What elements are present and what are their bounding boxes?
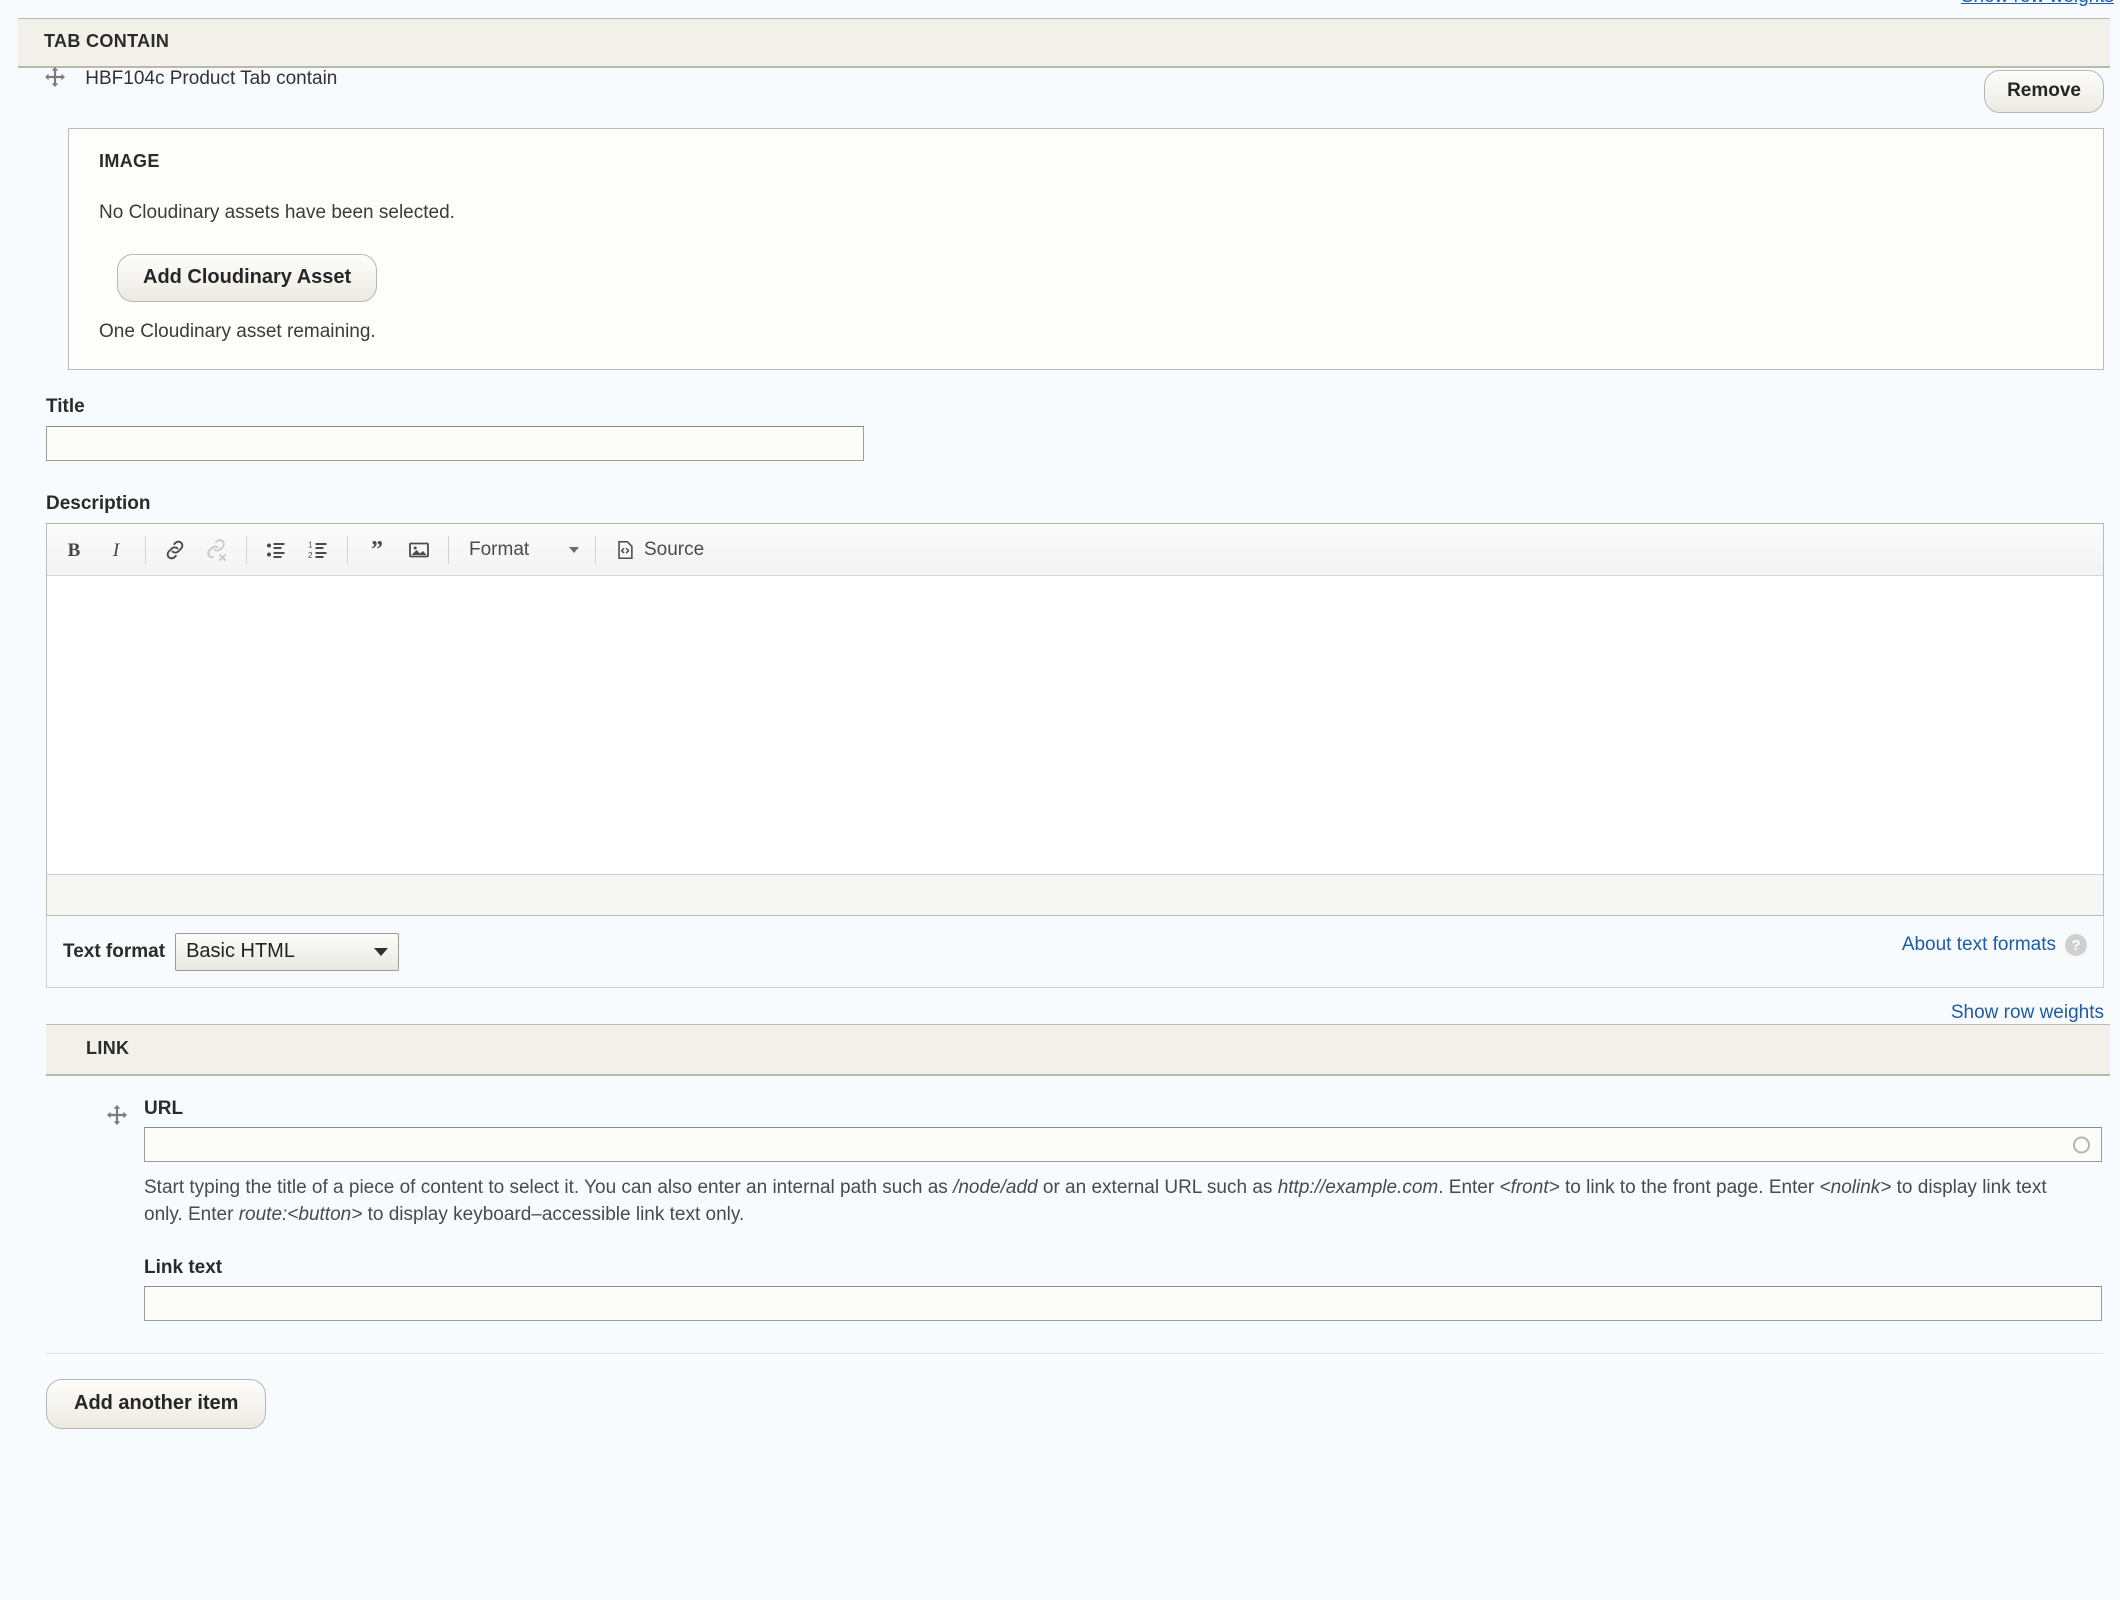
numbered-list-icon[interactable]: 1 2 — [298, 531, 338, 569]
svg-text:1: 1 — [308, 540, 313, 549]
tab-contain-label: TAB CONTAIN — [44, 31, 170, 51]
tab-contain-field: TAB CONTAIN HBF104c Product Tab contain … — [18, 18, 2110, 1429]
description-field-block: Description B I 1 2 ” Format Source Text… — [46, 493, 2110, 988]
source-button[interactable]: Source — [604, 531, 714, 569]
cloudinary-remaining-note: One Cloudinary asset remaining. — [99, 321, 376, 342]
toolbar-separator — [448, 535, 449, 564]
question-mark-icon[interactable]: ? — [2065, 934, 2087, 956]
autocomplete-throbber-icon — [2073, 1136, 2090, 1153]
description-label: Description — [46, 493, 151, 514]
title-field-block: Title — [46, 396, 2110, 461]
chevron-down-icon — [569, 546, 579, 553]
link-fields: URL Start typing the title of a piece of… — [144, 1098, 2102, 1321]
section-divider — [46, 1352, 2104, 1354]
blockquote-icon[interactable]: ” — [357, 531, 397, 569]
text-format-select[interactable]: Basic HTML — [175, 932, 400, 971]
format-dropdown-label: Format — [469, 538, 530, 560]
text-format-bar: Text format Basic HTML About text format… — [46, 916, 2104, 988]
paragraph-row-header: HBF104c Product Tab contain Remove — [18, 66, 2110, 120]
toolbar-separator — [595, 535, 596, 564]
unlink-icon — [197, 531, 237, 569]
url-input[interactable] — [144, 1127, 2102, 1162]
bulleted-list-icon[interactable] — [256, 531, 296, 569]
source-code-icon — [618, 540, 633, 559]
add-cloudinary-asset-button[interactable]: Add Cloudinary Asset — [117, 254, 378, 302]
ckeditor-toolbar: B I 1 2 ” Format Source — [47, 524, 2103, 576]
image-icon[interactable] — [399, 531, 439, 569]
svg-text:B: B — [68, 540, 81, 561]
link-field-wrapper: Show row weights LINK URL Start typing t… — [18, 1002, 2110, 1429]
link-section-header: LINK — [46, 1024, 2110, 1076]
svg-text:I: I — [112, 540, 121, 561]
text-format-label: Text format — [63, 940, 166, 962]
about-text-formats-link[interactable]: About text formats — [1902, 934, 2056, 956]
source-button-label: Source — [644, 538, 705, 560]
italic-icon[interactable]: I — [96, 531, 136, 569]
url-label: URL — [144, 1098, 184, 1119]
image-fieldset-legend: IMAGE — [99, 151, 160, 171]
paragraph-row: HBF104c Product Tab contain Remove IMAGE… — [18, 66, 2110, 1429]
link-row: URL Start typing the title of a piece of… — [18, 1076, 2110, 1321]
toolbar-separator — [246, 535, 247, 564]
link-text-input[interactable] — [144, 1285, 2102, 1321]
text-format-selected-value: Basic HTML — [186, 940, 295, 962]
title-label: Title — [46, 396, 85, 417]
link-section-label: LINK — [86, 1038, 130, 1058]
show-row-weights-row: Show row weights — [18, 1002, 2104, 1024]
chevron-down-icon — [374, 947, 389, 956]
ckeditor: B I 1 2 ” Format Source — [46, 523, 2104, 916]
remove-button[interactable]: Remove — [1984, 70, 2104, 113]
ckeditor-editing-area[interactable] — [47, 576, 2103, 874]
image-fieldset: IMAGE No Cloudinary assets have been sel… — [68, 128, 2104, 370]
title-input[interactable] — [46, 426, 864, 461]
toolbar-separator — [145, 535, 146, 564]
move-handle-icon[interactable] — [44, 66, 66, 88]
bold-icon[interactable]: B — [54, 531, 94, 569]
svg-text:2: 2 — [308, 551, 313, 560]
format-dropdown[interactable]: Format — [457, 531, 587, 569]
link-text-label: Link text — [144, 1256, 223, 1278]
toolbar-separator — [347, 535, 348, 564]
show-row-weights-link-top[interactable]: Show row weights — [1961, 0, 2114, 8]
url-description: Start typing the title of a piece of con… — [144, 1177, 2047, 1225]
url-input-wrapper — [144, 1127, 2102, 1162]
about-text-formats: About text formats ? — [1902, 934, 2087, 956]
link-icon[interactable] — [155, 531, 195, 569]
svg-text:”: ” — [371, 538, 383, 562]
add-another-item-button[interactable]: Add another item — [46, 1378, 267, 1429]
image-empty-message: No Cloudinary assets have been selected. — [99, 202, 455, 223]
ckeditor-resize-bar[interactable] — [47, 874, 2103, 915]
show-row-weights-link[interactable]: Show row weights — [1951, 1002, 2104, 1023]
paragraph-title: HBF104c Product Tab contain — [85, 68, 338, 89]
move-handle-icon[interactable] — [106, 1104, 128, 1126]
tab-contain-header: TAB CONTAIN — [18, 18, 2110, 68]
link-text-block: Link text — [144, 1257, 2102, 1321]
